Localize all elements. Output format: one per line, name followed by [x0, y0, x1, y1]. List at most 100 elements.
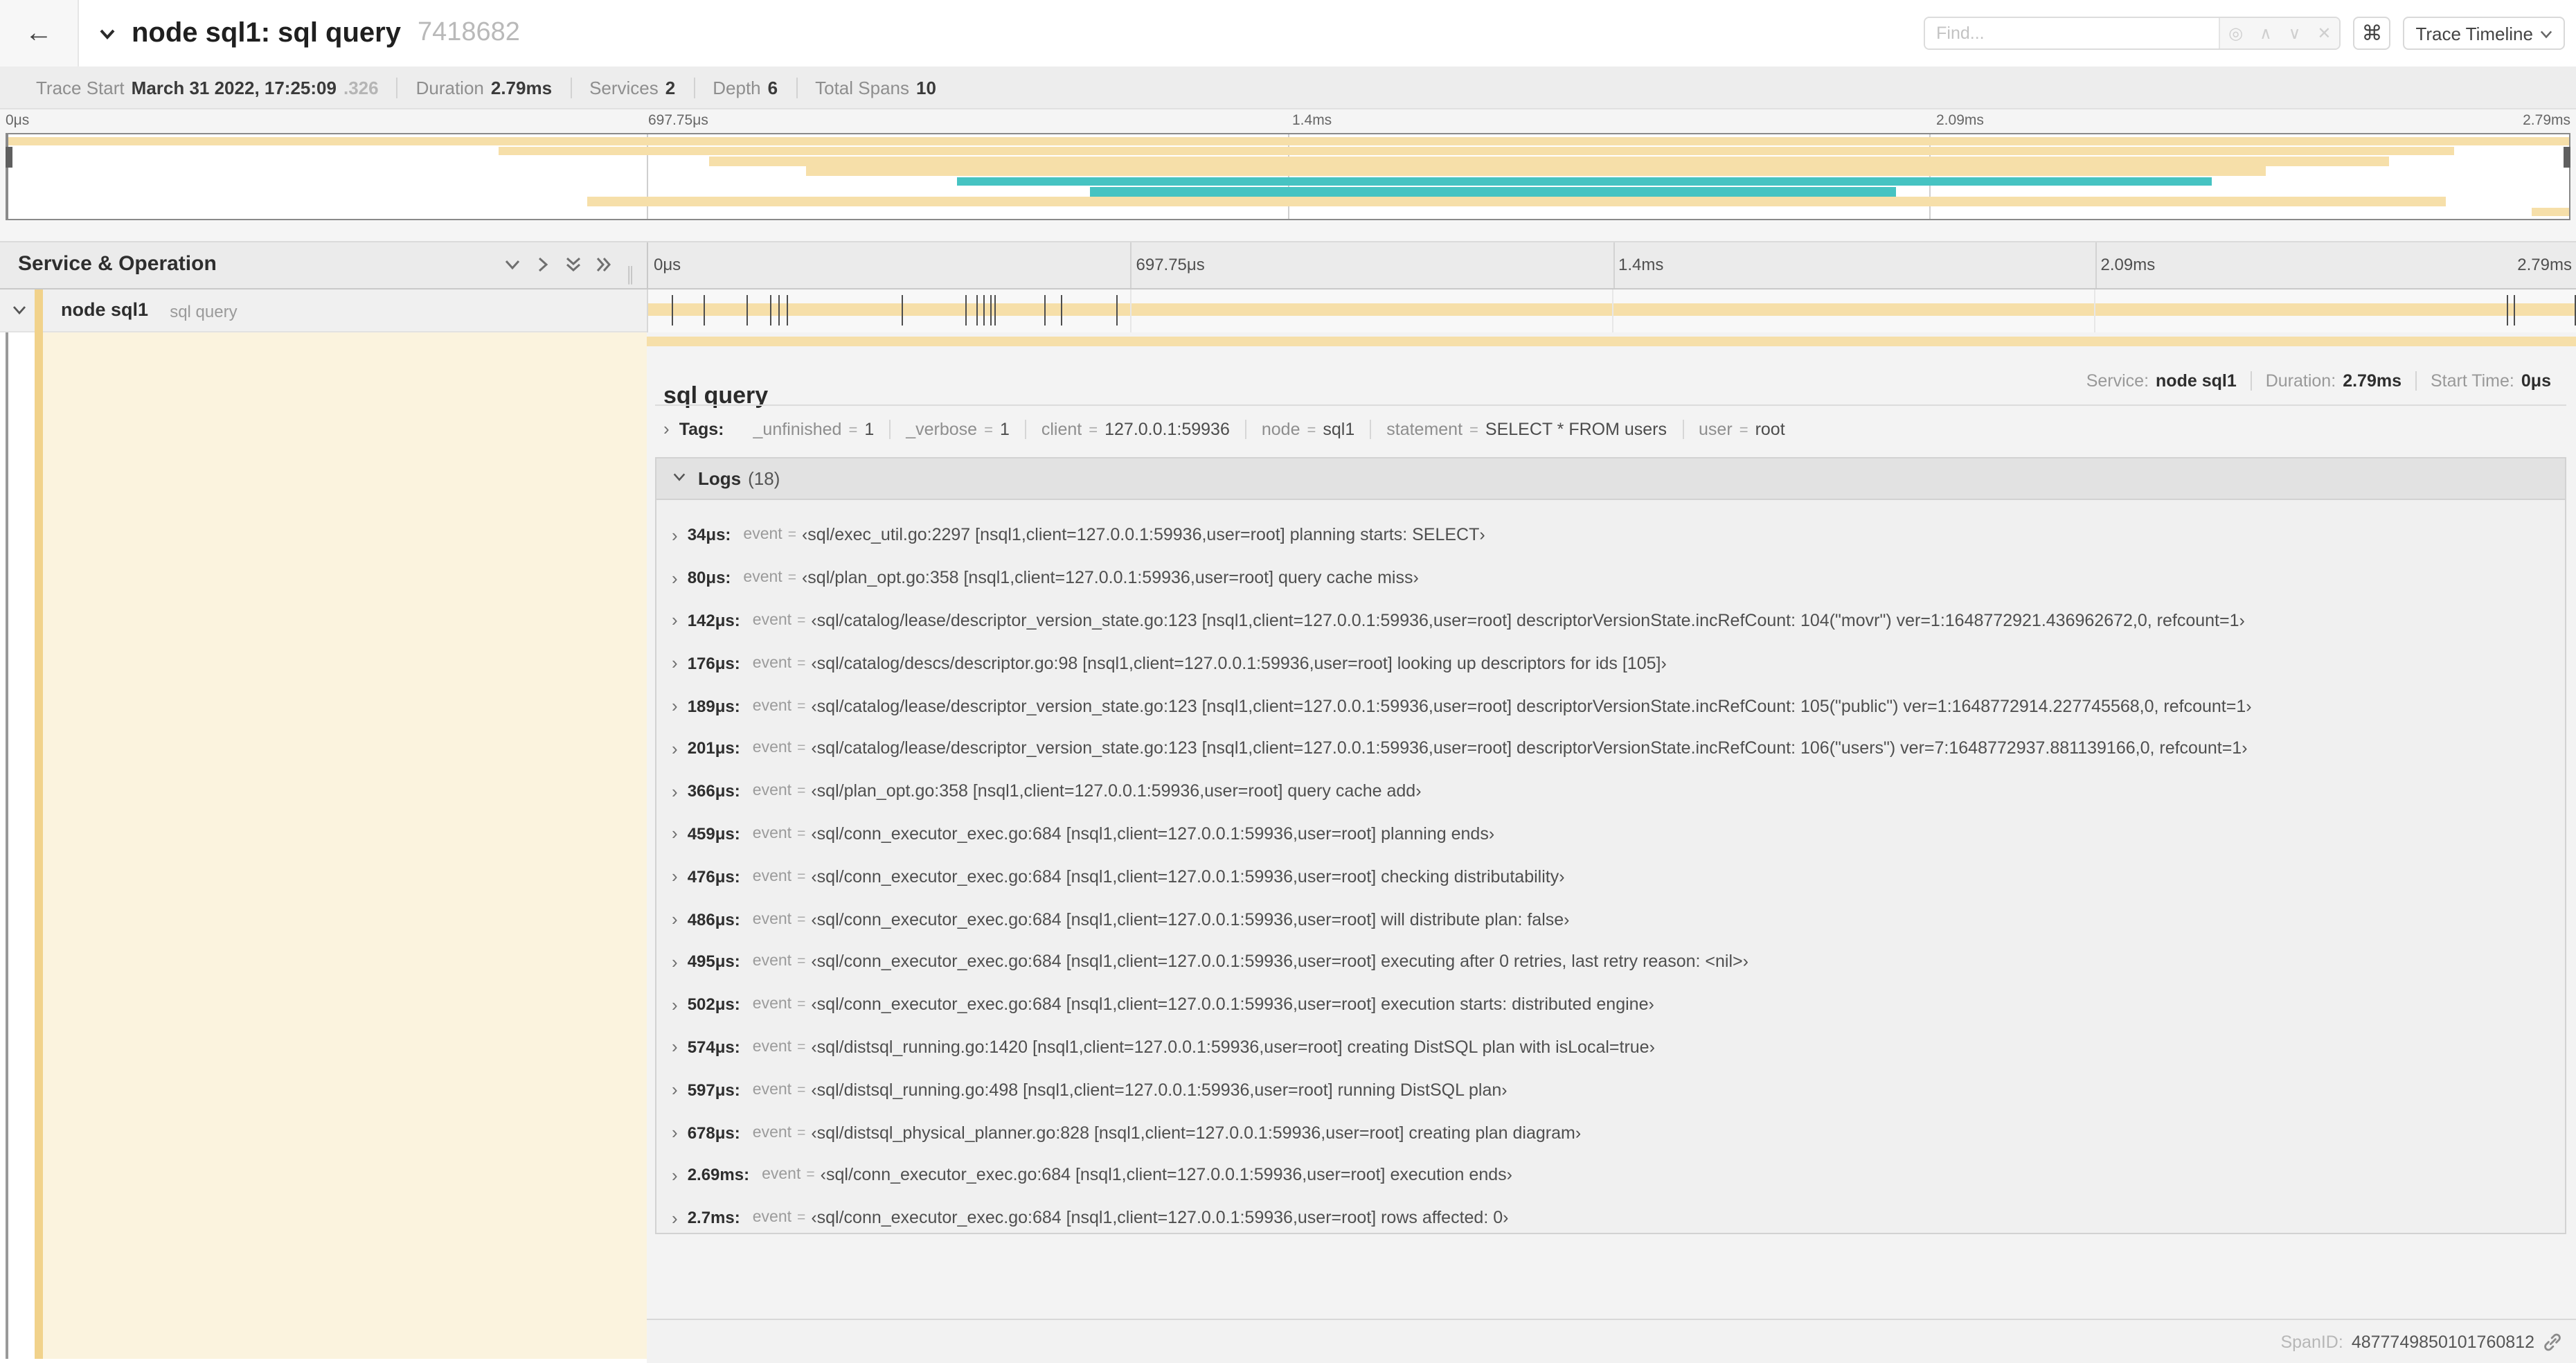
view-selector-label: Trace Timeline [2415, 23, 2533, 44]
chevron-down-icon[interactable] [97, 23, 118, 44]
minimap-right-grip[interactable] [2564, 147, 2570, 168]
minimap-left-grip[interactable] [6, 147, 12, 168]
collapse-one-icon[interactable] [503, 255, 522, 274]
chevron-right-icon[interactable]: › [672, 1122, 678, 1143]
log-row[interactable]: › 366μs: event = ‹sql/plan_opt.go:358 [nsql1… [656, 770, 2565, 813]
equals-sign: = [1469, 422, 1478, 438]
equals-sign: = [787, 569, 796, 587]
log-field-key: event [752, 1038, 792, 1055]
chevron-right-icon[interactable]: › [672, 952, 678, 972]
tag-item: statement = SELECT * FROM users [1370, 419, 1682, 438]
log-marker-tick [746, 295, 748, 326]
log-row[interactable]: › 201μs: event = ‹sql/catalog/lease/descript… [656, 727, 2565, 770]
log-timestamp: 678μs: [687, 1123, 740, 1143]
minimap-canvas[interactable] [6, 133, 2570, 220]
trace-view-selector[interactable]: Trace Timeline [2403, 17, 2565, 50]
log-timestamp: 176μs: [687, 653, 740, 673]
log-field-value: ‹sql/catalog/lease/descriptor_version_st… [811, 696, 2252, 716]
log-row[interactable]: › 597μs: event = ‹sql/distsql_running.go:498… [656, 1069, 2565, 1112]
back-button[interactable]: ← [0, 0, 79, 66]
log-field-key: event [752, 697, 792, 715]
chevron-right-icon[interactable]: › [663, 418, 670, 439]
chevron-right-icon[interactable]: › [672, 823, 678, 844]
chevron-right-icon[interactable]: › [672, 1037, 678, 1058]
log-row[interactable]: › 176μs: event = ‹sql/catalog/descs/descript… [656, 642, 2565, 685]
chevron-right-icon[interactable]: › [672, 567, 678, 588]
log-row[interactable]: › 142μs: event = ‹sql/catalog/lease/descript… [656, 599, 2565, 642]
service-name: node sql1 [61, 299, 149, 320]
chevron-right-icon[interactable]: › [672, 994, 678, 1015]
chevron-right-icon[interactable]: › [672, 610, 678, 631]
find-prev-icon[interactable]: ∧ [2260, 25, 2272, 42]
log-field-key: event [752, 783, 792, 800]
chevron-right-icon[interactable]: › [672, 781, 678, 801]
chevron-right-icon[interactable]: › [672, 525, 678, 546]
link-icon[interactable] [2543, 1332, 2562, 1351]
log-row[interactable]: › 678μs: event = ‹sql/distsql_physical_plann… [656, 1111, 2565, 1154]
span-name-cell[interactable]: node sql1 sql query [0, 289, 647, 332]
log-row[interactable]: › 476μs: event = ‹sql/conn_executor_exec.go:… [656, 855, 2565, 898]
chevron-right-icon[interactable]: › [672, 1080, 678, 1101]
log-row[interactable]: › 486μs: event = ‹sql/conn_executor_exec.go:… [656, 898, 2565, 941]
minimap-tick-labels: 0μs 697.75μs 1.4ms 2.09ms 2.79ms [0, 109, 2576, 133]
minimap-tick-label: 0μs [6, 112, 30, 129]
keyboard-shortcuts-button[interactable]: ⌘ [2353, 17, 2391, 50]
log-row[interactable]: › 2.69ms: event = ‹sql/conn_executor_exec.go… [656, 1154, 2565, 1197]
log-timestamp: 495μs: [687, 952, 740, 972]
chevron-right-icon[interactable]: › [672, 909, 678, 929]
tag-value: 1 [999, 419, 1010, 438]
detail-left-edge-line [6, 332, 8, 1359]
clear-find-icon[interactable]: ✕ [2317, 25, 2331, 42]
find-input[interactable] [1925, 18, 2219, 48]
service-operation-header: Service & Operation [18, 252, 217, 276]
log-row[interactable]: › 459μs: event = ‹sql/conn_executor_exec.go:… [656, 812, 2565, 855]
log-field-value: ‹sql/distsql_running.go:1420 [nsql1,clie… [811, 1037, 1655, 1057]
span-bar-cell[interactable] [647, 289, 2576, 332]
ruler-tick-label: 1.4ms [1618, 255, 1664, 274]
log-row[interactable]: › 495μs: event = ‹sql/conn_executor_exec.go:… [656, 941, 2565, 983]
chevron-down-icon [672, 468, 687, 489]
selected-span-bar[interactable] [647, 337, 2576, 346]
collapse-all-icon[interactable] [564, 255, 583, 274]
log-field-value: ‹sql/distsql_running.go:498 [nsql1,clien… [811, 1080, 1508, 1100]
locate-icon[interactable]: ◎ [2228, 25, 2243, 42]
tag-value: 127.0.0.1:59936 [1104, 419, 1230, 438]
summary-value: 6 [767, 77, 778, 98]
log-row[interactable]: › 80μs: event = ‹sql/plan_opt.go:358 [nsql1,… [656, 557, 2565, 600]
log-timestamp: 142μs: [687, 610, 740, 630]
equals-sign: = [797, 911, 806, 928]
log-timestamp: 476μs: [687, 866, 740, 887]
tags-row[interactable]: › Tags: _unfinished = 1 _verbose = 1 client = 12… [663, 418, 1800, 439]
log-field-value: ‹sql/distsql_physical_planner.go:828 [ns… [811, 1123, 1582, 1143]
column-resize-grip[interactable]: ║ [625, 267, 637, 284]
summary-label: Total Spans [815, 77, 909, 98]
equals-sign: = [797, 654, 806, 672]
minimap-span-bar [708, 157, 2389, 166]
operation-name: sql query [170, 302, 238, 321]
logs-header[interactable]: Logs (18) [656, 458, 2565, 500]
log-row[interactable]: › 574μs: event = ‹sql/distsql_running.go:142… [656, 1026, 2565, 1069]
tags-label: Tags: [679, 419, 724, 438]
log-row[interactable]: › 502μs: event = ‹sql/conn_executor_exec.go:… [656, 983, 2565, 1026]
expand-one-icon[interactable] [533, 255, 553, 274]
chevron-right-icon[interactable]: › [672, 1165, 678, 1186]
chevron-down-icon[interactable] [11, 301, 28, 326]
chevron-right-icon[interactable]: › [672, 866, 678, 887]
chevron-right-icon[interactable]: › [672, 653, 678, 674]
log-field-key: event [752, 1124, 792, 1141]
log-row[interactable]: › 189μs: event = ‹sql/catalog/lease/descript… [656, 684, 2565, 727]
chevron-right-icon[interactable]: › [672, 1207, 678, 1228]
expand-all-icon[interactable] [594, 255, 614, 274]
equals-sign: = [797, 1038, 806, 1055]
log-row[interactable]: › 34μs: event = ‹sql/exec_util.go:2297 [nsql… [656, 514, 2565, 557]
log-field-key: event [752, 612, 792, 629]
minimap-span-bar [1089, 187, 1896, 196]
find-next-icon[interactable]: ∨ [2289, 25, 2301, 42]
chevron-right-icon[interactable]: › [672, 695, 678, 716]
log-row[interactable]: › 2.7ms: event = ‹sql/conn_executor_exec.go:… [656, 1197, 2565, 1233]
span-id-bar: SpanID: 4877749850101760812 [647, 1319, 2576, 1363]
tag-item: node = sql1 [1244, 419, 1370, 438]
ruler-gridline [1130, 242, 1132, 288]
trace-minimap: 0μs 697.75μs 1.4ms 2.09ms 2.79ms [0, 109, 2576, 241]
chevron-right-icon[interactable]: › [672, 738, 678, 759]
